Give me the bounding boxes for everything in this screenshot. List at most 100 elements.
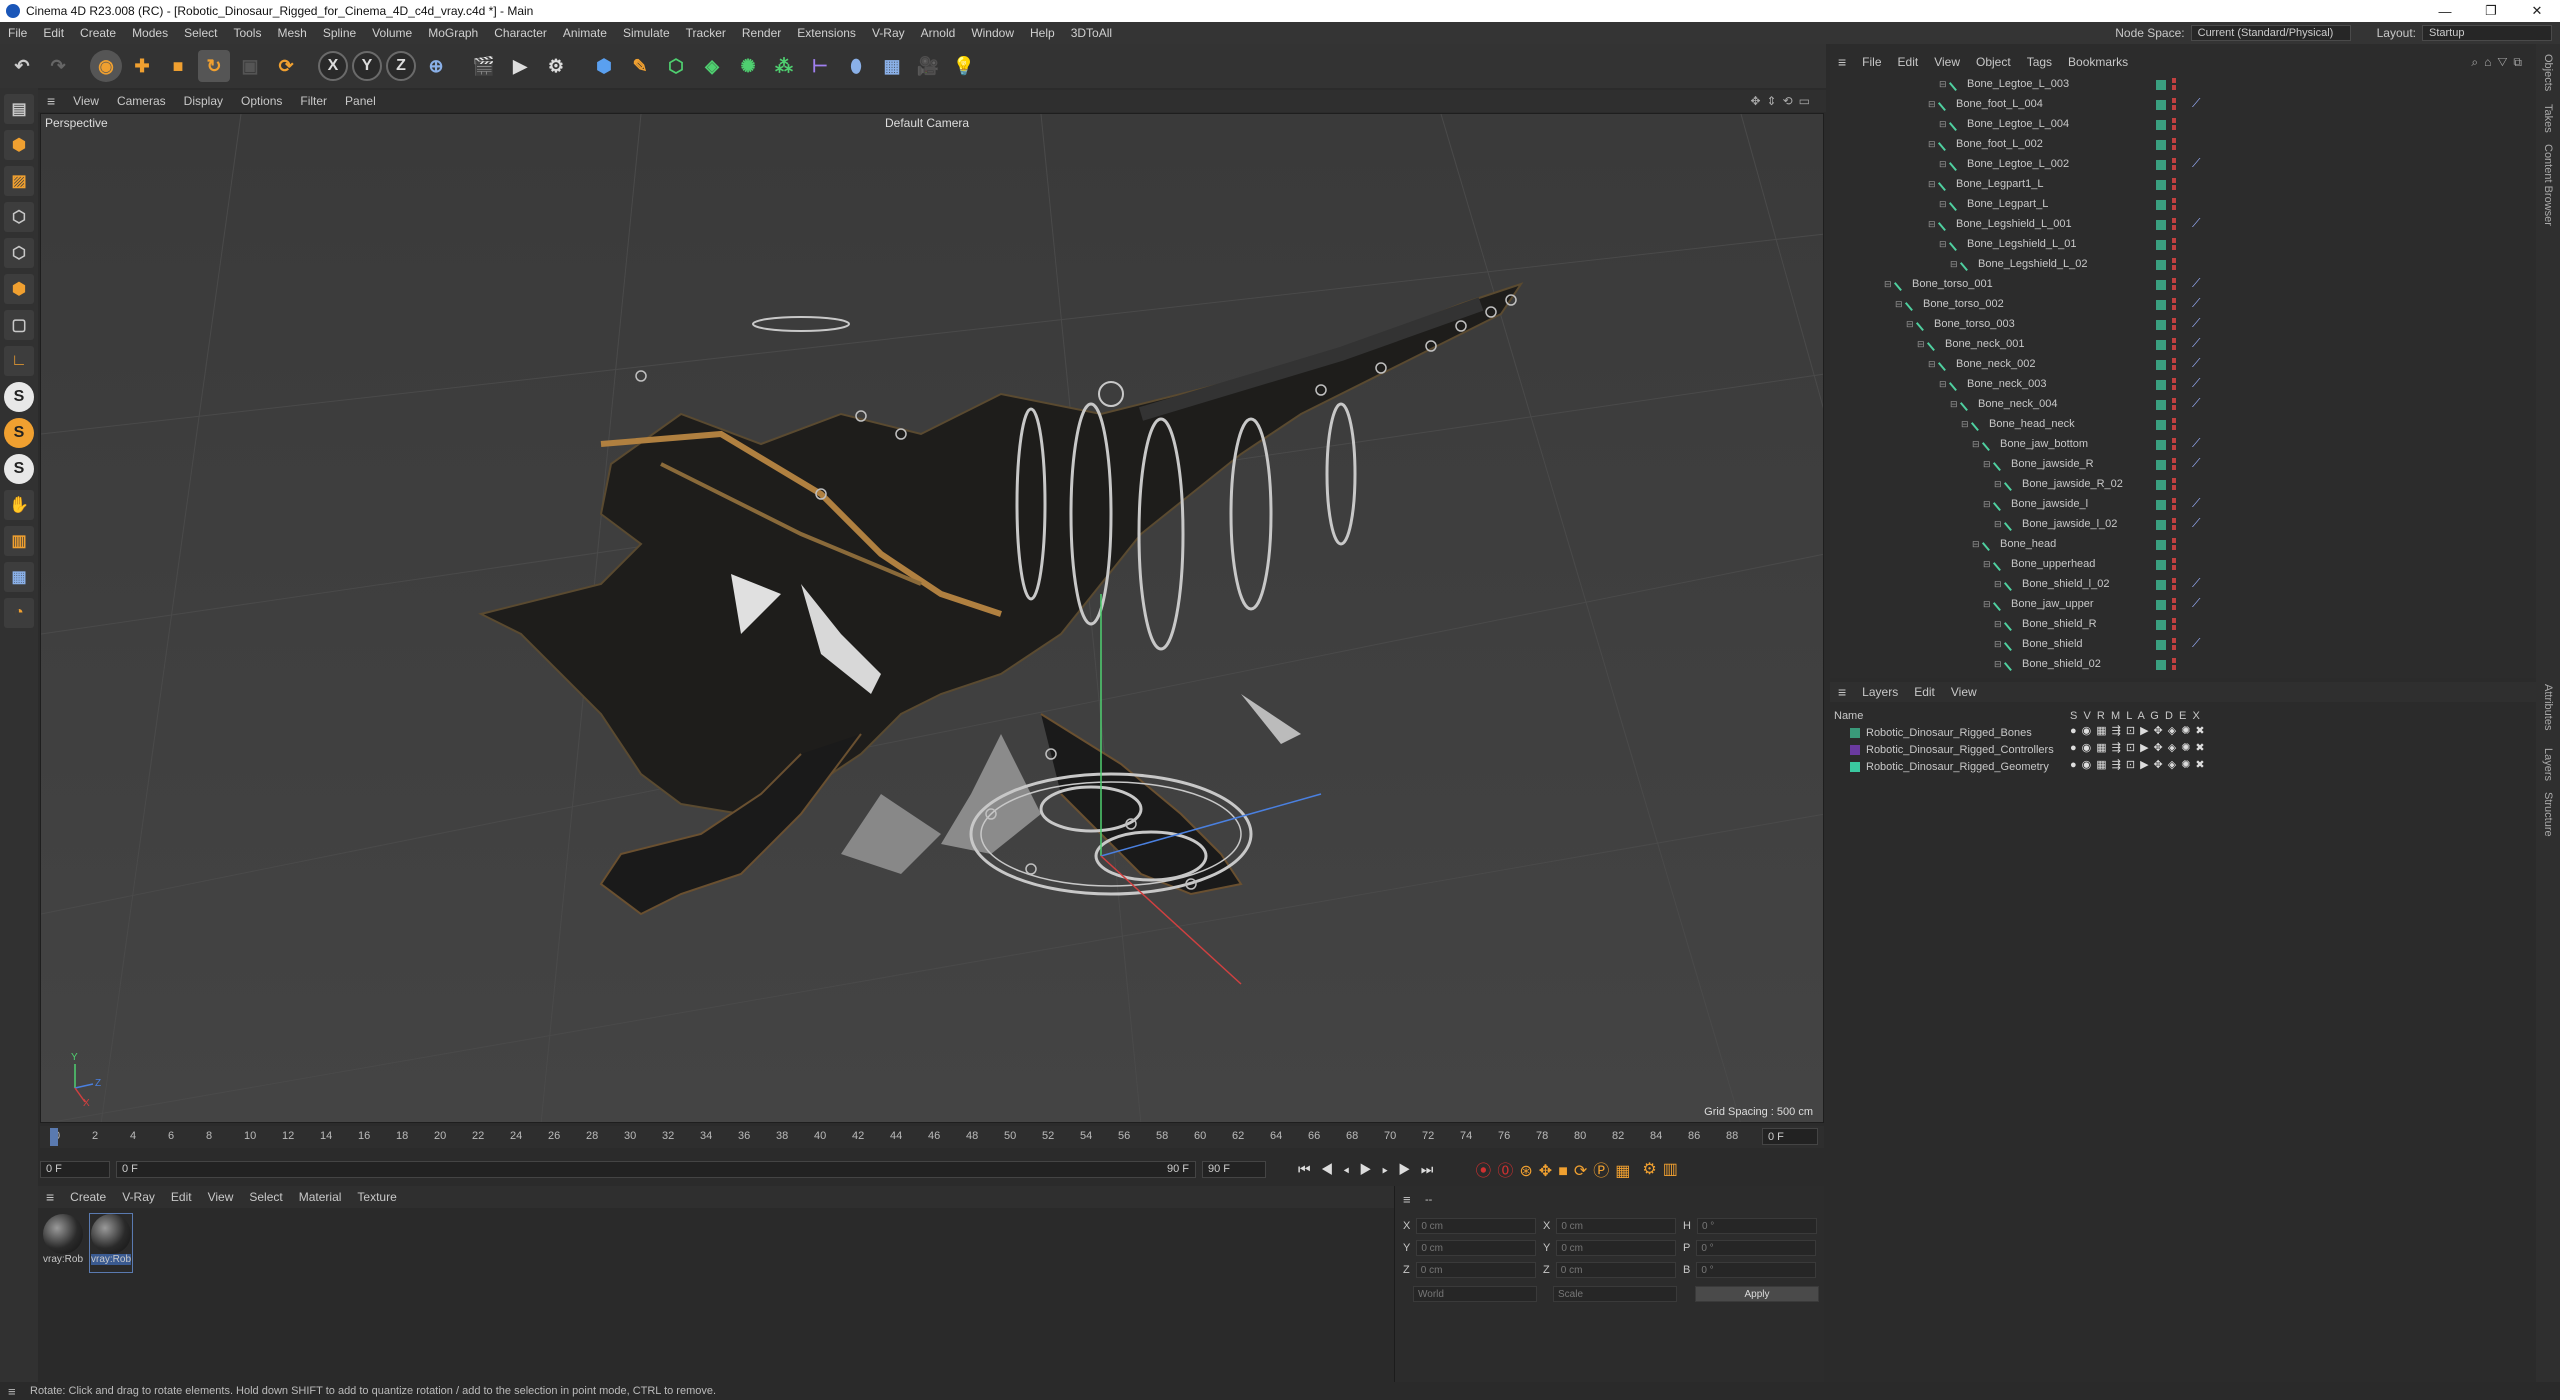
expand-icon[interactable]: ⊟	[1928, 99, 1938, 110]
visibility-dots[interactable]	[2172, 318, 2176, 330]
object-hamburger-icon[interactable]: ≡	[1830, 54, 1854, 70]
expand-icon[interactable]: ⊟	[1983, 459, 1993, 470]
expand-icon[interactable]: ⊟	[1972, 439, 1982, 450]
visibility-dots[interactable]	[2172, 278, 2176, 290]
layer-color-swatch[interactable]	[1850, 727, 1860, 738]
visibility-dots[interactable]	[2172, 418, 2176, 430]
visibility-dots[interactable]	[2172, 178, 2176, 190]
material-hamburger-icon[interactable]: ≡	[38, 1189, 62, 1205]
expand-icon[interactable]: ⊟	[1928, 359, 1938, 370]
ik-tag-icon[interactable]: ⟋	[2192, 516, 2200, 531]
y-axis-lock-button[interactable]: Y	[352, 51, 382, 81]
visibility-dots[interactable]	[2172, 358, 2176, 370]
position-x-field[interactable]: 0 cm	[1416, 1218, 1537, 1234]
expand-icon[interactable]: ⊟	[1972, 539, 1982, 550]
object-layer-color[interactable]	[2156, 480, 2166, 490]
visibility-dots[interactable]	[2172, 578, 2176, 590]
ik-tag-icon[interactable]: ⟋	[2192, 356, 2200, 371]
object-row[interactable]: ⊟ Bone_Legtoe_L_003	[1939, 74, 2069, 94]
menu-file[interactable]: File	[0, 26, 35, 40]
light-icon[interactable]: 💡	[948, 50, 980, 82]
timeline-extra-icons[interactable]: ⚙▥	[1642, 1159, 1683, 1179]
layer-row[interactable]: Robotic_Dinosaur_Rigged_Controllers	[1850, 741, 2054, 758]
visibility-dots[interactable]	[2172, 598, 2176, 610]
object-row[interactable]: ⊟ Bone_head	[1972, 534, 2056, 554]
move-icon[interactable]: ✚	[126, 50, 158, 82]
viewport-menu-display[interactable]: Display	[175, 94, 232, 108]
object-layer-color[interactable]	[2156, 140, 2166, 150]
object-layer-color[interactable]	[2156, 180, 2166, 190]
visibility-dots[interactable]	[2172, 258, 2176, 270]
expand-icon[interactable]: ⊟	[1884, 279, 1894, 290]
viewport-camera-name[interactable]: Default Camera	[885, 116, 969, 130]
expand-icon[interactable]: ⊟	[1983, 499, 1993, 510]
object-row[interactable]: ⊟ Bone_torso_001	[1884, 274, 1993, 294]
object-layer-color[interactable]	[2156, 640, 2166, 650]
visibility-dots[interactable]	[2172, 218, 2176, 230]
menu-mograph[interactable]: MoGraph	[420, 26, 486, 40]
ik-tag-icon[interactable]: ⟋	[2192, 496, 2200, 511]
object-layer-color[interactable]	[2156, 440, 2166, 450]
ik-tag-icon[interactable]: ⟋	[2192, 336, 2200, 351]
menu-modes[interactable]: Modes	[124, 26, 176, 40]
array-icon[interactable]: ⁂	[768, 50, 800, 82]
minimize-button[interactable]: —	[2422, 0, 2468, 22]
autokey-icon[interactable]: ⓪	[1497, 1157, 1513, 1181]
object-row[interactable]: ⊟ Bone_Legshield_L_001	[1928, 214, 2072, 234]
object-menu-view[interactable]: View	[1926, 55, 1968, 69]
material-menu-vray[interactable]: V-Ray	[114, 1190, 163, 1204]
visibility-dots[interactable]	[2172, 398, 2176, 410]
object-menu-edit[interactable]: Edit	[1890, 55, 1927, 69]
scale-icon[interactable]: ■	[162, 50, 194, 82]
x-axis-lock-button[interactable]: X	[318, 51, 348, 81]
render-view-icon[interactable]: ▶	[504, 50, 536, 82]
expand-icon[interactable]: ⊟	[1939, 239, 1949, 250]
ik-tag-icon[interactable]: ⟋	[2192, 576, 2200, 591]
visibility-dots[interactable]	[2172, 618, 2176, 630]
maximize-button[interactable]: ❐	[2468, 0, 2514, 22]
object-row[interactable]: ⊟ Bone_jaw_upper	[1983, 594, 2094, 614]
visibility-dots[interactable]	[2172, 338, 2176, 350]
make-editable-icon[interactable]: ▤	[4, 94, 34, 124]
size-z-field[interactable]: 0 cm	[1555, 1262, 1676, 1278]
visibility-dots[interactable]	[2172, 238, 2176, 250]
camera-icon[interactable]: 🎥	[912, 50, 944, 82]
tab-objects[interactable]: Objects	[2542, 54, 2554, 91]
material-item[interactable]: vray:Rob	[89, 1213, 133, 1273]
menu-tracker[interactable]: Tracker	[678, 26, 734, 40]
object-layer-color[interactable]	[2156, 260, 2166, 270]
layer-color-swatch[interactable]	[1850, 744, 1860, 755]
visibility-dots[interactable]	[2172, 458, 2176, 470]
expand-icon[interactable]: ⊟	[1994, 479, 2004, 490]
coord-system-select[interactable]: World	[1413, 1286, 1537, 1302]
menu-spline[interactable]: Spline	[315, 26, 364, 40]
snap-s2-icon[interactable]: S	[4, 454, 34, 484]
undo-icon[interactable]: ↶	[6, 50, 38, 82]
timeline-playhead[interactable]	[50, 1128, 58, 1146]
ik-tag-icon[interactable]: ⟋	[2192, 376, 2200, 391]
object-layer-color[interactable]	[2156, 600, 2166, 610]
model-mode-icon[interactable]: ⬢	[4, 130, 34, 160]
viewport-hamburger-icon[interactable]: ≡	[38, 93, 64, 109]
object-row[interactable]: ⊟ Bone_jawside_l	[1983, 494, 2088, 514]
ik-tag-icon[interactable]: ⟋	[2192, 636, 2200, 651]
material-item[interactable]: vray:Rob	[42, 1214, 84, 1272]
object-row[interactable]: ⊟ Bone_neck_002	[1928, 354, 2036, 374]
expand-icon[interactable]: ⊟	[1983, 599, 1993, 610]
expand-icon[interactable]: ⊟	[1928, 139, 1938, 150]
menu-edit[interactable]: Edit	[35, 26, 72, 40]
visibility-dots[interactable]	[2172, 98, 2176, 110]
subdivision-icon[interactable]: ⬡	[660, 50, 692, 82]
preview-range-slider[interactable]: 0 F 90 F	[116, 1160, 1196, 1178]
object-layer-color[interactable]	[2156, 500, 2166, 510]
menu-tools[interactable]: Tools	[225, 26, 269, 40]
object-row[interactable]: ⊟ Bone_neck_001	[1917, 334, 2025, 354]
expand-icon[interactable]: ⊟	[1961, 419, 1971, 430]
visibility-dots[interactable]	[2172, 118, 2176, 130]
object-layer-color[interactable]	[2156, 360, 2166, 370]
tab-layers[interactable]: Layers	[2542, 748, 2554, 781]
rotate-icon[interactable]: ↻	[198, 50, 230, 82]
object-row[interactable]: ⊟ Bone_jawside_R_02	[1994, 474, 2123, 494]
expand-icon[interactable]: ⊟	[1994, 619, 2004, 630]
z-axis-lock-button[interactable]: Z	[386, 51, 416, 81]
